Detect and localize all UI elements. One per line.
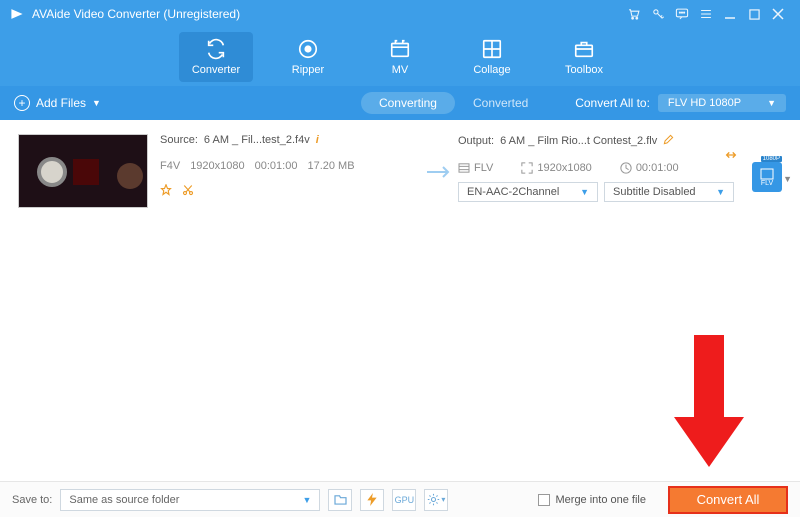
- plus-icon: +: [14, 95, 30, 111]
- output-column: Output: 6 AM _ Film Rio...t Contest_2.fl…: [458, 134, 788, 210]
- tab-ripper[interactable]: Ripper: [271, 32, 345, 82]
- subtitle-select[interactable]: Subtitle Disabled▼: [604, 182, 734, 202]
- output-label: Output:: [458, 135, 494, 147]
- tab-label: Toolbox: [565, 64, 603, 76]
- tab-collage[interactable]: Collage: [455, 32, 529, 82]
- chevron-down-icon: ▼: [580, 187, 589, 197]
- output-format-badge[interactable]: 1080P FLV: [752, 162, 782, 192]
- app-logo-icon: [10, 7, 24, 21]
- merge-label: Merge into one file: [556, 494, 647, 506]
- tab-converting[interactable]: Converting: [361, 92, 455, 114]
- audio-track-select[interactable]: EN-AAC-2Channel▼: [458, 182, 598, 202]
- info-icon[interactable]: i: [316, 134, 319, 146]
- merge-checkbox[interactable]: Merge into one file: [538, 494, 647, 506]
- add-files-button[interactable]: + Add Files ▼: [14, 95, 101, 111]
- menu-icon[interactable]: [694, 4, 718, 24]
- convert-label: Convert All: [697, 492, 760, 507]
- file-item: Source: 6 AM _ Fil...test_2.f4v i F4V 19…: [0, 120, 800, 220]
- pin-icon[interactable]: [160, 184, 172, 199]
- open-folder-button[interactable]: [328, 489, 352, 511]
- save-path-value: Same as source folder: [69, 494, 179, 506]
- output-resolution: 1920x1080: [537, 162, 591, 174]
- cut-icon[interactable]: [182, 184, 194, 199]
- badge-quality: 1080P: [761, 156, 782, 162]
- toolbox-icon: [573, 38, 595, 60]
- key-icon[interactable]: [646, 4, 670, 24]
- convert-all-to-label: Convert All to:: [575, 96, 650, 110]
- close-button[interactable]: [766, 4, 790, 24]
- tab-converted[interactable]: Converted: [455, 92, 546, 114]
- film-icon: [458, 163, 470, 173]
- source-filename: 6 AM _ Fil...test_2.f4v: [204, 134, 310, 146]
- chevron-down-icon[interactable]: ▼: [783, 174, 792, 184]
- output-format-select[interactable]: FLV HD 1080P ▼: [658, 94, 786, 112]
- boost-button[interactable]: [360, 489, 384, 511]
- tab-label: Converter: [192, 64, 240, 76]
- chevron-down-icon: ▼: [302, 495, 311, 505]
- tab-label: MV: [392, 64, 409, 76]
- tab-mv[interactable]: MV: [363, 32, 437, 82]
- mv-icon: [389, 38, 411, 60]
- format-value: FLV HD 1080P: [668, 97, 741, 109]
- save-path-select[interactable]: Same as source folder ▼: [60, 489, 320, 511]
- gpu-button[interactable]: GPU: [392, 489, 416, 511]
- convert-all-button[interactable]: Convert All: [668, 486, 788, 514]
- collage-icon: [481, 38, 503, 60]
- maximize-button[interactable]: [742, 4, 766, 24]
- output-filename: 6 AM _ Film Rio...t Contest_2.flv: [500, 135, 657, 147]
- tab-toolbox[interactable]: Toolbox: [547, 32, 621, 82]
- ripper-icon: [297, 38, 319, 60]
- chevron-down-icon: ▼: [716, 187, 725, 197]
- video-thumbnail[interactable]: [18, 134, 148, 208]
- output-duration: 00:01:00: [636, 162, 679, 174]
- save-to-label: Save to:: [12, 494, 52, 506]
- subbar: + Add Files ▼ Converting Converted Conve…: [0, 86, 800, 120]
- main-toolbar: Converter Ripper MV Collage Toolbox: [0, 28, 800, 86]
- rename-icon[interactable]: [663, 134, 674, 148]
- output-format: FLV: [474, 162, 493, 174]
- source-size: 17.20 MB: [307, 160, 354, 172]
- source-column: Source: 6 AM _ Fil...test_2.f4v i F4V 19…: [148, 134, 422, 210]
- cart-icon[interactable]: [622, 4, 646, 24]
- tab-label: Collage: [473, 64, 510, 76]
- badge-format: FLV: [761, 180, 773, 187]
- converter-icon: [205, 38, 227, 60]
- source-duration: 00:01:00: [255, 160, 298, 172]
- annotation-arrow: [674, 335, 744, 475]
- compress-icon[interactable]: [724, 148, 738, 165]
- source-resolution: 1920x1080: [190, 160, 244, 172]
- titlebar: AVAide Video Converter (Unregistered): [0, 0, 800, 28]
- feedback-icon[interactable]: [670, 4, 694, 24]
- arrow-right-icon: [422, 134, 458, 210]
- checkbox-icon: [538, 494, 550, 506]
- source-label: Source:: [160, 134, 198, 146]
- source-codec: F4V: [160, 160, 180, 172]
- footer: Save to: Same as source folder ▼ GPU ▾ M…: [0, 481, 800, 517]
- settings-button[interactable]: ▾: [424, 489, 448, 511]
- clock-icon: [620, 162, 632, 174]
- app-title: AVAide Video Converter (Unregistered): [32, 7, 240, 21]
- tab-label: Ripper: [292, 64, 324, 76]
- minimize-button[interactable]: [718, 4, 742, 24]
- chevron-down-icon: ▼: [767, 98, 776, 108]
- tab-converter[interactable]: Converter: [179, 32, 253, 82]
- add-files-label: Add Files: [36, 96, 86, 110]
- chevron-down-icon: ▼: [92, 98, 101, 108]
- expand-icon: [521, 162, 533, 174]
